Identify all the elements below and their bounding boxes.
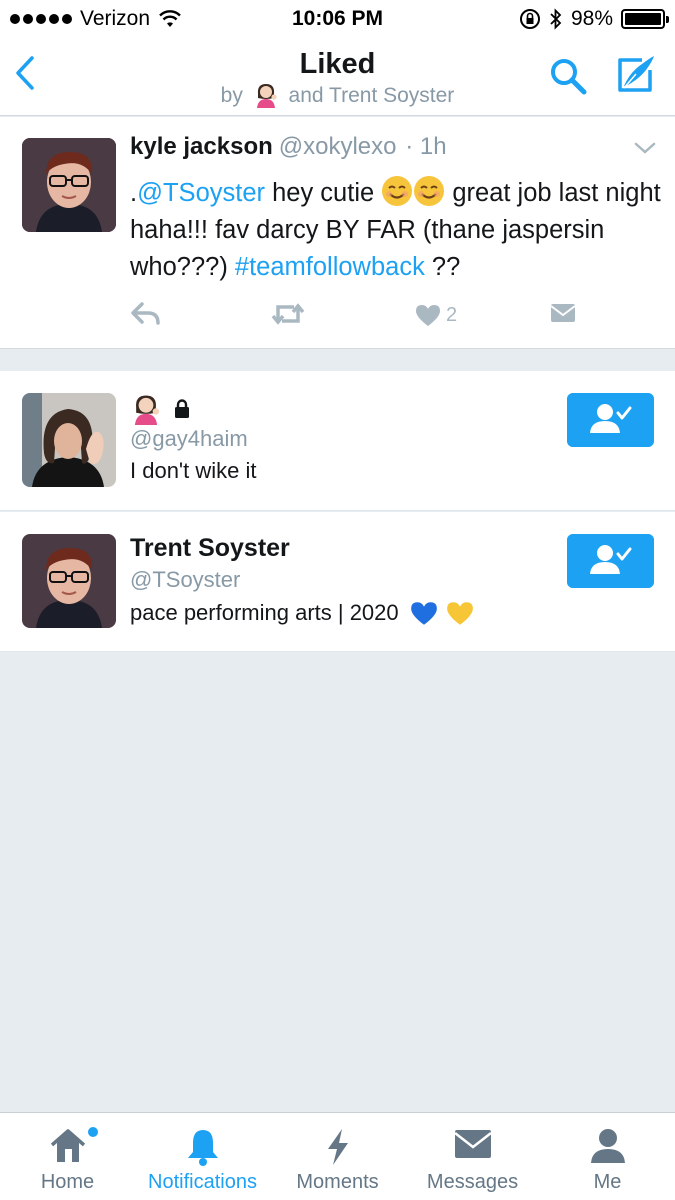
like-heart-icon[interactable] [414, 303, 442, 327]
user-handle: @gay4haim [130, 426, 248, 451]
tweet-author-handle[interactable]: @xokylexo [279, 133, 397, 160]
bluetooth-icon [550, 8, 562, 30]
user-display-name[interactable] [130, 393, 190, 425]
tweet-text-part1: hey cutie [265, 179, 382, 207]
chevron-down-icon[interactable] [632, 139, 658, 157]
search-icon[interactable] [546, 54, 590, 98]
user-bio: pace performing arts | 2020 [130, 599, 475, 627]
reply-icon[interactable] [130, 301, 162, 327]
subtitle-prefix: by [220, 84, 243, 107]
user-bio-text: pace performing arts | 2020 [130, 600, 399, 625]
like-count: 2 [446, 304, 458, 326]
avatar[interactable] [22, 393, 116, 487]
system-status: 98% [519, 7, 669, 31]
navigation-bar: Liked by and Trent Soyster [0, 38, 675, 116]
tab-bar: Home Notifications Moments Messages Me [0, 1112, 675, 1200]
status-bar: Verizon 10:06 PM 98% [0, 0, 675, 38]
woman-tipping-hand-emoji-icon [134, 395, 160, 425]
subtitle-suffix: and Trent Soyster [288, 84, 455, 107]
blue-heart-emoji-icon [410, 602, 437, 625]
smiling-face-emoji-icon [382, 176, 413, 206]
tweet-text: .@TSoyster hey cutie great job last nigh… [130, 175, 665, 286]
direct-message-envelope-icon[interactable] [549, 301, 577, 325]
tab-moments[interactable]: Moments [270, 1113, 405, 1200]
tab-me-label: Me [593, 1171, 622, 1193]
bell-icon [187, 1130, 218, 1166]
battery-icon [621, 9, 669, 29]
smiling-face-emoji-icon [414, 176, 445, 206]
tweet-text-part3: ?? [424, 253, 461, 281]
following-button[interactable] [567, 393, 654, 447]
envelope-icon [453, 1130, 492, 1158]
following-button[interactable] [567, 534, 654, 588]
retweet-icon[interactable] [270, 301, 306, 327]
avatar[interactable] [22, 534, 116, 628]
tweet-header: kyle jackson @xokylexo · 1h [130, 133, 447, 161]
lightning-icon [327, 1129, 348, 1165]
tweet[interactable]: kyle jackson @xokylexo · 1h .@TSoyster he… [0, 117, 675, 349]
home-notification-dot [88, 1127, 98, 1137]
tab-moments-label: Moments [296, 1171, 379, 1193]
tab-messages-label: Messages [426, 1171, 519, 1193]
tweet-timestamp: · 1h [405, 133, 447, 160]
tab-home[interactable]: Home [0, 1113, 135, 1200]
user-bio: I don't wike it [130, 458, 257, 483]
tab-me[interactable]: Me [540, 1113, 675, 1200]
tweet-hashtag-link[interactable]: #teamfollowback [235, 253, 425, 281]
avatar[interactable] [22, 138, 116, 232]
woman-tipping-hand-emoji-icon [256, 84, 277, 108]
person-icon [590, 1129, 625, 1163]
tweet-mention-link[interactable]: @TSoyster [137, 179, 265, 207]
compose-tweet-icon[interactable] [612, 52, 658, 98]
user-list-item[interactable]: @gay4haim I don't wike it [0, 371, 675, 511]
tab-messages[interactable]: Messages [405, 1113, 540, 1200]
tweet-author-name[interactable]: kyle jackson [130, 133, 273, 160]
user-list-item[interactable]: Trent Soyster @TSoyster pace performing … [0, 512, 675, 652]
rotation-lock-icon [519, 9, 540, 29]
tab-home-label: Home [40, 1171, 95, 1193]
yellow-heart-emoji-icon [447, 602, 473, 625]
battery-percent: 98% [570, 7, 613, 30]
lock-icon [175, 399, 189, 418]
tab-notifications[interactable]: Notifications [135, 1113, 270, 1200]
user-handle: @TSoyster [130, 567, 241, 592]
user-display-name[interactable]: Trent Soyster [130, 534, 290, 563]
tab-notifications-label: Notifications [148, 1171, 257, 1193]
home-icon [50, 1129, 85, 1162]
